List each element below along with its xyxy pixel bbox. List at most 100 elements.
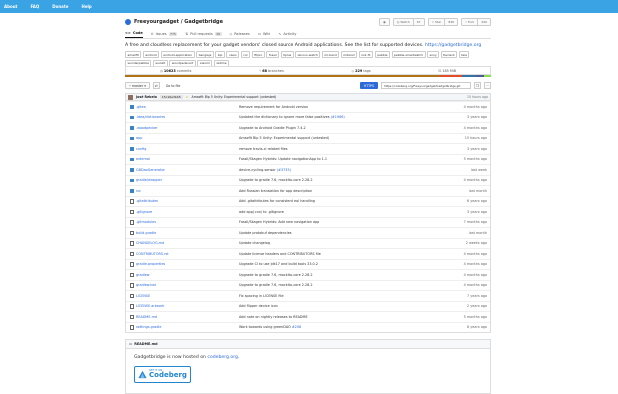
topic-tag[interactable]: tele xyxy=(458,51,470,59)
go-to-file-button[interactable]: Go to file xyxy=(162,82,184,89)
watch-count[interactable]: 67 xyxy=(414,20,424,24)
commit-message-text[interactable]: Add Russian translation for app descript… xyxy=(239,189,312,193)
tab-issues[interactable]: ⊙ Issues 775 xyxy=(151,29,178,38)
compare-button[interactable]: ⇄ xyxy=(152,82,160,89)
file-name[interactable]: .idea/dictionaries xyxy=(136,115,239,119)
file-name[interactable]: build.gradle xyxy=(136,231,239,235)
commit-message-text[interactable]: Amazfit Bip 5 Unity: Experimental suppor… xyxy=(239,136,329,140)
tab-activity[interactable]: ∿ Activity xyxy=(278,29,296,38)
file-name[interactable]: app xyxy=(136,136,239,140)
file-name[interactable]: .gitignore xyxy=(136,210,239,214)
issue-link[interactable]: #208 xyxy=(292,325,301,329)
tab-pull-requests[interactable]: ⇅ Pull requests 36 xyxy=(185,29,222,38)
issue-link[interactable]: (#1966) xyxy=(331,115,345,119)
commit-message-text[interactable]: Update protobuf dependencies xyxy=(239,231,292,235)
file-name[interactable]: gradlew xyxy=(136,273,239,277)
tags-stat[interactable]: ◇ 229 tags xyxy=(351,69,370,73)
commit-author[interactable]: José Rebelo xyxy=(136,95,157,99)
file-name[interactable]: CHANGELOG.md xyxy=(136,241,239,245)
topic-tag[interactable]: mi-band xyxy=(321,51,340,59)
codeberg-link[interactable]: codeberg.org xyxy=(207,355,238,360)
topic-tag[interactable]: hplus xyxy=(280,51,294,59)
tab-releases[interactable]: ◇ Releases xyxy=(230,29,250,38)
more-button[interactable]: ⋯ xyxy=(484,82,491,89)
nav-donate[interactable]: Donate xyxy=(52,4,68,9)
rss-button[interactable]: ◉ xyxy=(379,18,390,26)
topic-tag[interactable]: lenovo-watch xyxy=(295,51,321,59)
commits-stat[interactable]: ◷ 10623 commits xyxy=(160,69,192,73)
file-name[interactable]: gradlew.bat xyxy=(136,283,239,287)
commit-message-text[interactable]: Upgrade to gradle 7.6, mockito-core 2.28… xyxy=(239,178,313,182)
star-button[interactable]: ☆ Star 836 xyxy=(427,18,459,26)
commit-sha[interactable]: 15c16e3bb5 xyxy=(159,95,183,99)
commit-message-text[interactable]: Upgrade to gradle 7.6, mockito-core 2.28… xyxy=(239,283,313,287)
commit-message-text[interactable]: Add flipper device icon xyxy=(239,304,278,308)
nav-faq[interactable]: FAQ xyxy=(30,4,39,9)
topic-tag[interactable]: banglejs xyxy=(196,51,214,59)
commit-message-text[interactable]: Fossil/Skagen Hybrids: Update navigation… xyxy=(239,157,327,161)
file-name[interactable]: GBDaoGenerator xyxy=(136,168,239,172)
copy-button[interactable]: ❐ xyxy=(474,82,481,89)
branches-stat[interactable]: ⑂ 68 branches xyxy=(259,69,284,73)
topic-tag[interactable]: tlecleck xyxy=(440,51,458,59)
file-name[interactable]: gradle.properties xyxy=(136,262,239,266)
file-name[interactable]: .woodpecker xyxy=(136,126,239,130)
commit-message-text[interactable]: Fix spacing in LICENSE file xyxy=(239,294,284,298)
topic-tag[interactable]: cor xyxy=(240,51,251,59)
topic-tag[interactable]: casio xyxy=(226,51,240,59)
file-name[interactable]: CONTRIBUTORS.rst xyxy=(136,252,239,256)
topic-tag[interactable]: android xyxy=(142,51,160,59)
file-name[interactable]: config xyxy=(136,147,239,151)
commit-message-text[interactable]: Updated the dictionary to ignore more fa… xyxy=(239,115,330,119)
topic-tag[interactable]: bip xyxy=(215,51,225,59)
topic-tag[interactable]: fossil xyxy=(266,51,280,59)
watch-button[interactable]: ◎ Watch 67 xyxy=(392,18,425,26)
commit-message-text[interactable]: Add note on nightly releases to README xyxy=(239,315,308,319)
file-name[interactable]: LICENSE.artwork xyxy=(136,304,239,308)
file-name[interactable]: LICENSE xyxy=(136,294,239,298)
file-name[interactable]: gradle/wrapper xyxy=(136,178,239,182)
commit-message-text[interactable]: Upgrade to gradle 7.6, mockito-core 2.28… xyxy=(239,273,313,277)
clone-url-input[interactable]: https://codeberg.org/Freeyourgadget/Gadg… xyxy=(381,82,471,89)
topic-tag[interactable]: no1-f1 xyxy=(358,51,374,59)
file-name[interactable]: .gitmodules xyxy=(136,220,239,224)
file-name[interactable]: .gitattributes xyxy=(136,199,239,203)
https-toggle[interactable]: HTTPS xyxy=(359,82,378,89)
commit-message-text[interactable]: Add .gitattributes for consistent eol ha… xyxy=(239,199,315,203)
fork-count[interactable]: 340 xyxy=(478,20,490,24)
commit-message-text[interactable]: add app/.cxx/ to .gitignore xyxy=(239,210,284,214)
website-link[interactable]: https://gadgetbridge.org xyxy=(425,43,481,48)
nav-about[interactable]: About xyxy=(4,4,17,9)
repo-title[interactable]: Freeyourgadget / Gadgetbridge xyxy=(134,19,223,25)
codeberg-badge[interactable]: GET IT ON Codeberg xyxy=(134,366,191,383)
nav-help[interactable]: Help xyxy=(82,4,92,9)
commit-message-text[interactable]: Remove requirement for Android version xyxy=(239,105,308,109)
file-name[interactable]: src xyxy=(136,189,239,193)
commit-message-text[interactable]: Fossil/Skagen Hybrids: Add new navigatio… xyxy=(239,220,319,224)
branch-selector[interactable]: ⑂ master ▾ xyxy=(125,82,150,89)
issue-link[interactable]: (#3735) xyxy=(277,168,291,172)
fork-button[interactable]: ⑂ Fork 340 xyxy=(461,18,491,26)
commit-message-text[interactable]: Update changelog xyxy=(239,241,270,245)
tab-code[interactable]: <> Code xyxy=(125,29,143,38)
language-bar[interactable] xyxy=(125,74,491,77)
topic-tag[interactable]: pebble xyxy=(374,51,391,59)
file-name[interactable]: external xyxy=(136,157,239,161)
commit-message-text[interactable]: remove travis-ci related files xyxy=(239,147,288,151)
topic-tag[interactable]: android-application xyxy=(160,51,195,59)
star-count[interactable]: 836 xyxy=(445,20,457,24)
commit-message-text[interactable]: Update license headers and CONTRIBUTORS … xyxy=(239,252,321,256)
topic-tag[interactable]: sony xyxy=(427,51,440,59)
commit-message-text[interactable]: Upgrade to Android Gradle Plugin 7.4.2 xyxy=(239,126,306,130)
topic-tag[interactable]: pebble-smartwatch xyxy=(391,51,426,59)
file-name[interactable]: README.md xyxy=(136,315,239,319)
commit-message-text[interactable]: Upgrade CI to use jdk17 and build tools … xyxy=(239,262,318,266)
commit-message[interactable]: Amazfit Bip 5 Unity: Experimental suppor… xyxy=(192,95,277,99)
commit-message-text[interactable]: device-cycling-sensor xyxy=(239,168,276,172)
topic-tag[interactable]: amazfit xyxy=(125,51,142,59)
file-name[interactable]: .gitea xyxy=(136,105,239,109)
commit-message-text[interactable]: Work towards using greenDAO xyxy=(239,325,291,329)
topic-tag[interactable]: miband xyxy=(340,51,358,59)
topic-tag[interactable]: fitpro xyxy=(251,51,265,59)
file-name[interactable]: settings.gradle xyxy=(136,325,239,329)
